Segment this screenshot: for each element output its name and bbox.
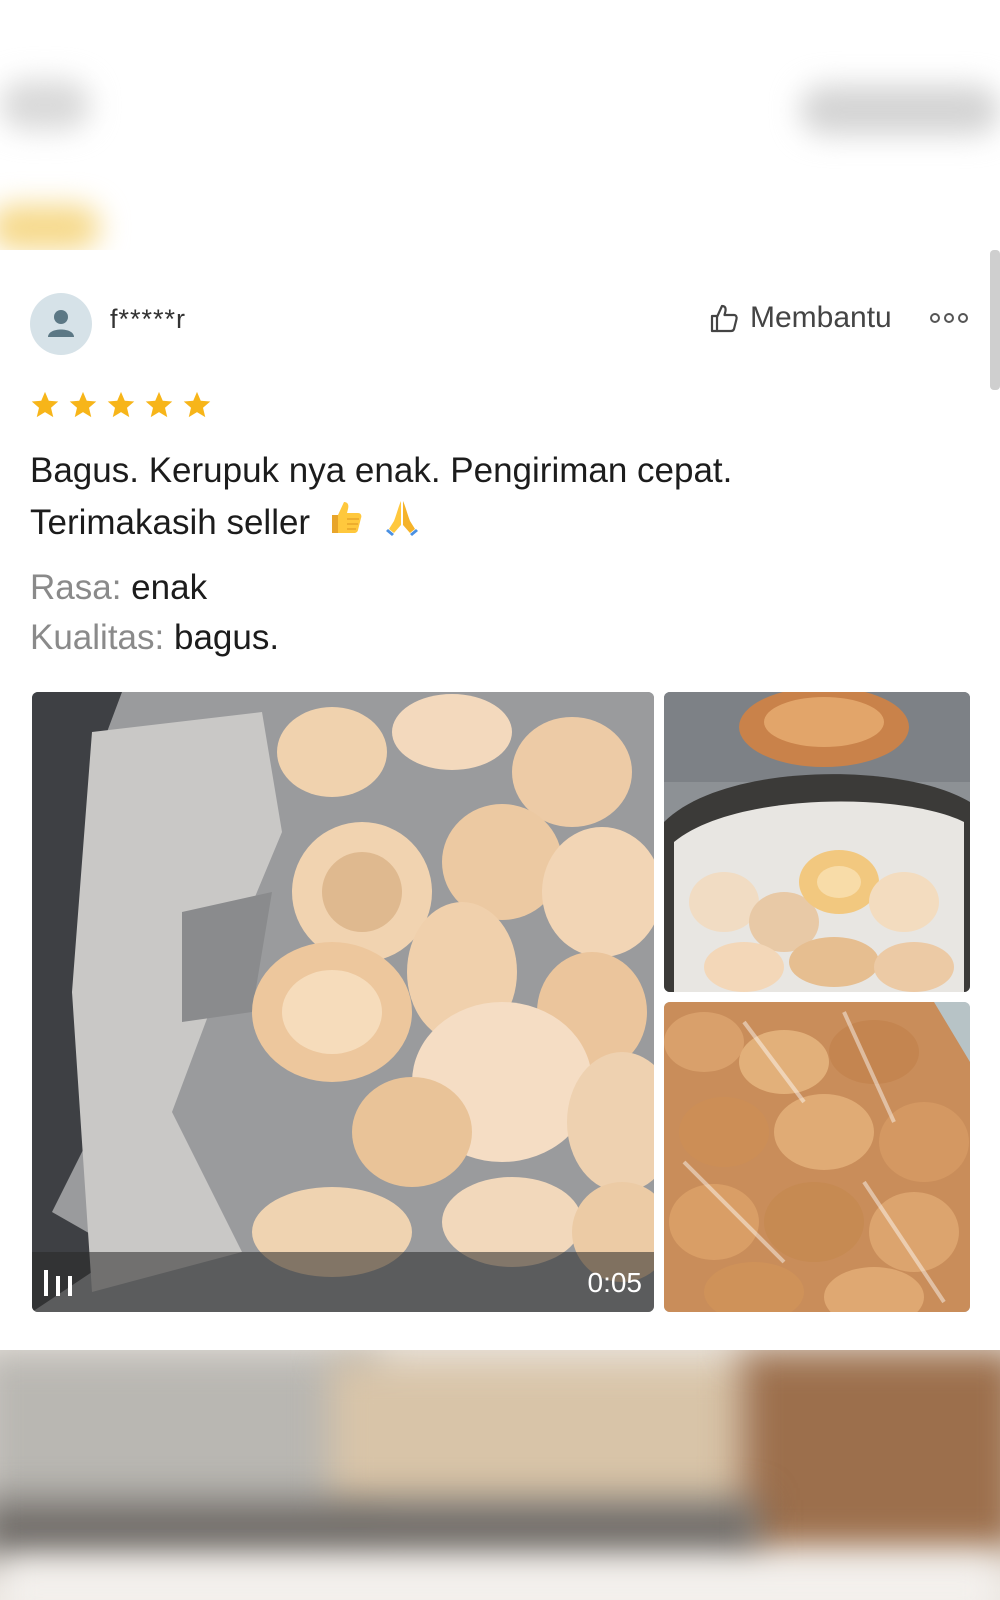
video-bars-icon: [44, 1270, 72, 1296]
review-photo-thumbnail[interactable]: [664, 1002, 970, 1312]
review-text-line1: Bagus. Kerupuk nya enak. Pengiriman cepa…: [30, 451, 733, 490]
blurred-previous-content: [0, 0, 1000, 250]
star-icon: [183, 391, 211, 418]
attribute-rasa: Rasa: enak: [30, 563, 207, 613]
helpful-button[interactable]: Membantu: [708, 298, 892, 338]
video-overlay-bar: 0:05: [32, 1252, 654, 1312]
star-rating: [30, 390, 212, 420]
person-icon: [48, 310, 74, 337]
dot-icon: [930, 313, 940, 323]
attribute-value: enak: [131, 568, 208, 607]
dot-icon: [958, 313, 968, 323]
video-duration: 0:05: [587, 1267, 643, 1298]
helpful-label: Membantu: [750, 301, 892, 334]
review-page: f*****r Membantu Bagus. Kerupuk nya enak…: [0, 0, 1000, 1600]
star-icon: [31, 391, 59, 418]
star-icon: [69, 391, 97, 418]
user-avatar[interactable]: [30, 293, 92, 355]
review-text-line2-text: Terimakasih seller: [30, 503, 311, 542]
review-text: Bagus. Kerupuk nya enak. Pengiriman cepa…: [30, 445, 950, 552]
attribute-key: Rasa:: [30, 568, 122, 607]
more-options-button[interactable]: [930, 306, 974, 330]
thumbs-up-emoji-icon: [326, 497, 366, 552]
star-icon: [145, 391, 173, 418]
review-card: f*****r Membantu Bagus. Kerupuk nya enak…: [0, 250, 1000, 1350]
attribute-value: bagus.: [173, 618, 280, 657]
crackers-photo-image: [32, 692, 654, 1312]
crackers-bag-photo-image: [664, 1002, 970, 1312]
dot-icon: [944, 313, 954, 323]
folded-hands-emoji-icon: [382, 497, 422, 552]
blurred-next-content: [0, 1350, 1000, 1600]
crackers-basket-photo-image: [664, 692, 970, 992]
reviewer-username: f*****r: [110, 304, 187, 334]
star-icon: [107, 391, 135, 418]
review-video-thumbnail[interactable]: 0:05: [32, 692, 654, 1312]
review-photo-thumbnail[interactable]: [664, 692, 970, 992]
attribute-kualitas: Kualitas: bagus.: [30, 613, 279, 663]
scrollbar-thumb[interactable]: [990, 250, 1000, 390]
thumbs-up-outline-icon: [710, 304, 738, 333]
review-text-line2: Terimakasih seller: [30, 497, 950, 552]
attribute-key: Kualitas:: [30, 618, 165, 657]
